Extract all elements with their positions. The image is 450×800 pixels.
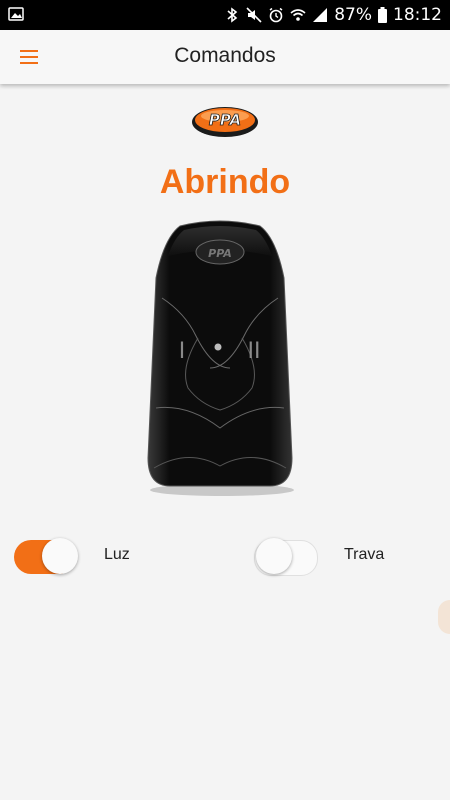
status-bar: 87% 18:12 (0, 0, 450, 30)
status-text: Abrindo (159, 163, 291, 201)
remote-button-ii[interactable]: II (248, 339, 261, 364)
mute-icon (246, 7, 262, 23)
battery-icon (378, 7, 387, 23)
wifi-icon (290, 9, 306, 21)
logo-text: PPA (209, 111, 241, 129)
bluetooth-icon (227, 7, 238, 23)
light-toggle[interactable] (14, 536, 78, 576)
remote-logo-text: PPA (208, 247, 232, 260)
signal-icon (313, 8, 328, 22)
clock: 18:12 (393, 5, 442, 25)
remote-button-i[interactable]: I (179, 339, 186, 364)
lock-toggle[interactable] (254, 536, 318, 576)
lock-toggle-knob (256, 538, 292, 574)
ppa-logo: PPA (192, 107, 258, 137)
remote-led (214, 343, 222, 351)
alarm-icon (269, 7, 283, 23)
lock-toggle-label: Trava (344, 546, 385, 563)
floating-action-button[interactable] (438, 600, 450, 634)
gallery-notification-icon (8, 7, 24, 21)
battery-percentage: 87% (334, 5, 372, 25)
light-toggle-label: Luz (104, 546, 130, 563)
light-toggle-knob (42, 538, 78, 574)
app-bar: Comandos (0, 30, 450, 84)
remote-control[interactable]: PPA I II (140, 218, 300, 498)
page-title: Comandos (174, 44, 276, 67)
